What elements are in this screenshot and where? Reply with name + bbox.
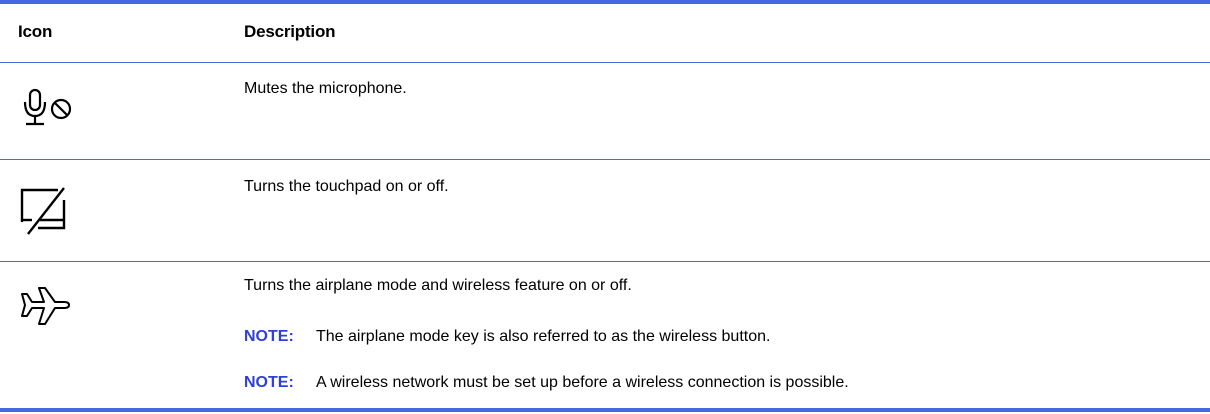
header-rule <box>0 62 1210 63</box>
note-label: NOTE: <box>244 374 294 391</box>
note-text: The airplane mode key is also referred t… <box>316 328 771 345</box>
touchpad-off-icon <box>20 187 66 235</box>
row-description: Turns the touchpad on or off. <box>244 178 449 195</box>
note: NOTE: A wireless network must be set up b… <box>244 372 849 394</box>
microphone-mute-icon <box>23 88 72 126</box>
row-divider <box>0 159 1210 160</box>
row-description: Turns the airplane mode and wireless fea… <box>244 277 632 294</box>
row-divider <box>0 261 1210 262</box>
header-icon-column: Icon <box>18 22 53 41</box>
table-top-rule <box>0 0 1210 4</box>
note: NOTE: The airplane mode key is also refer… <box>244 326 770 348</box>
note-text: A wireless network must be set up before… <box>316 374 849 391</box>
row-description: Mutes the microphone. <box>244 80 407 97</box>
table-bottom-rule <box>0 408 1210 412</box>
note-label: NOTE: <box>244 328 294 345</box>
header-description-column: Description <box>244 22 336 41</box>
icon-description-table: Icon Description Mutes the microphone. T… <box>0 0 1210 414</box>
airplane-icon <box>21 287 70 325</box>
